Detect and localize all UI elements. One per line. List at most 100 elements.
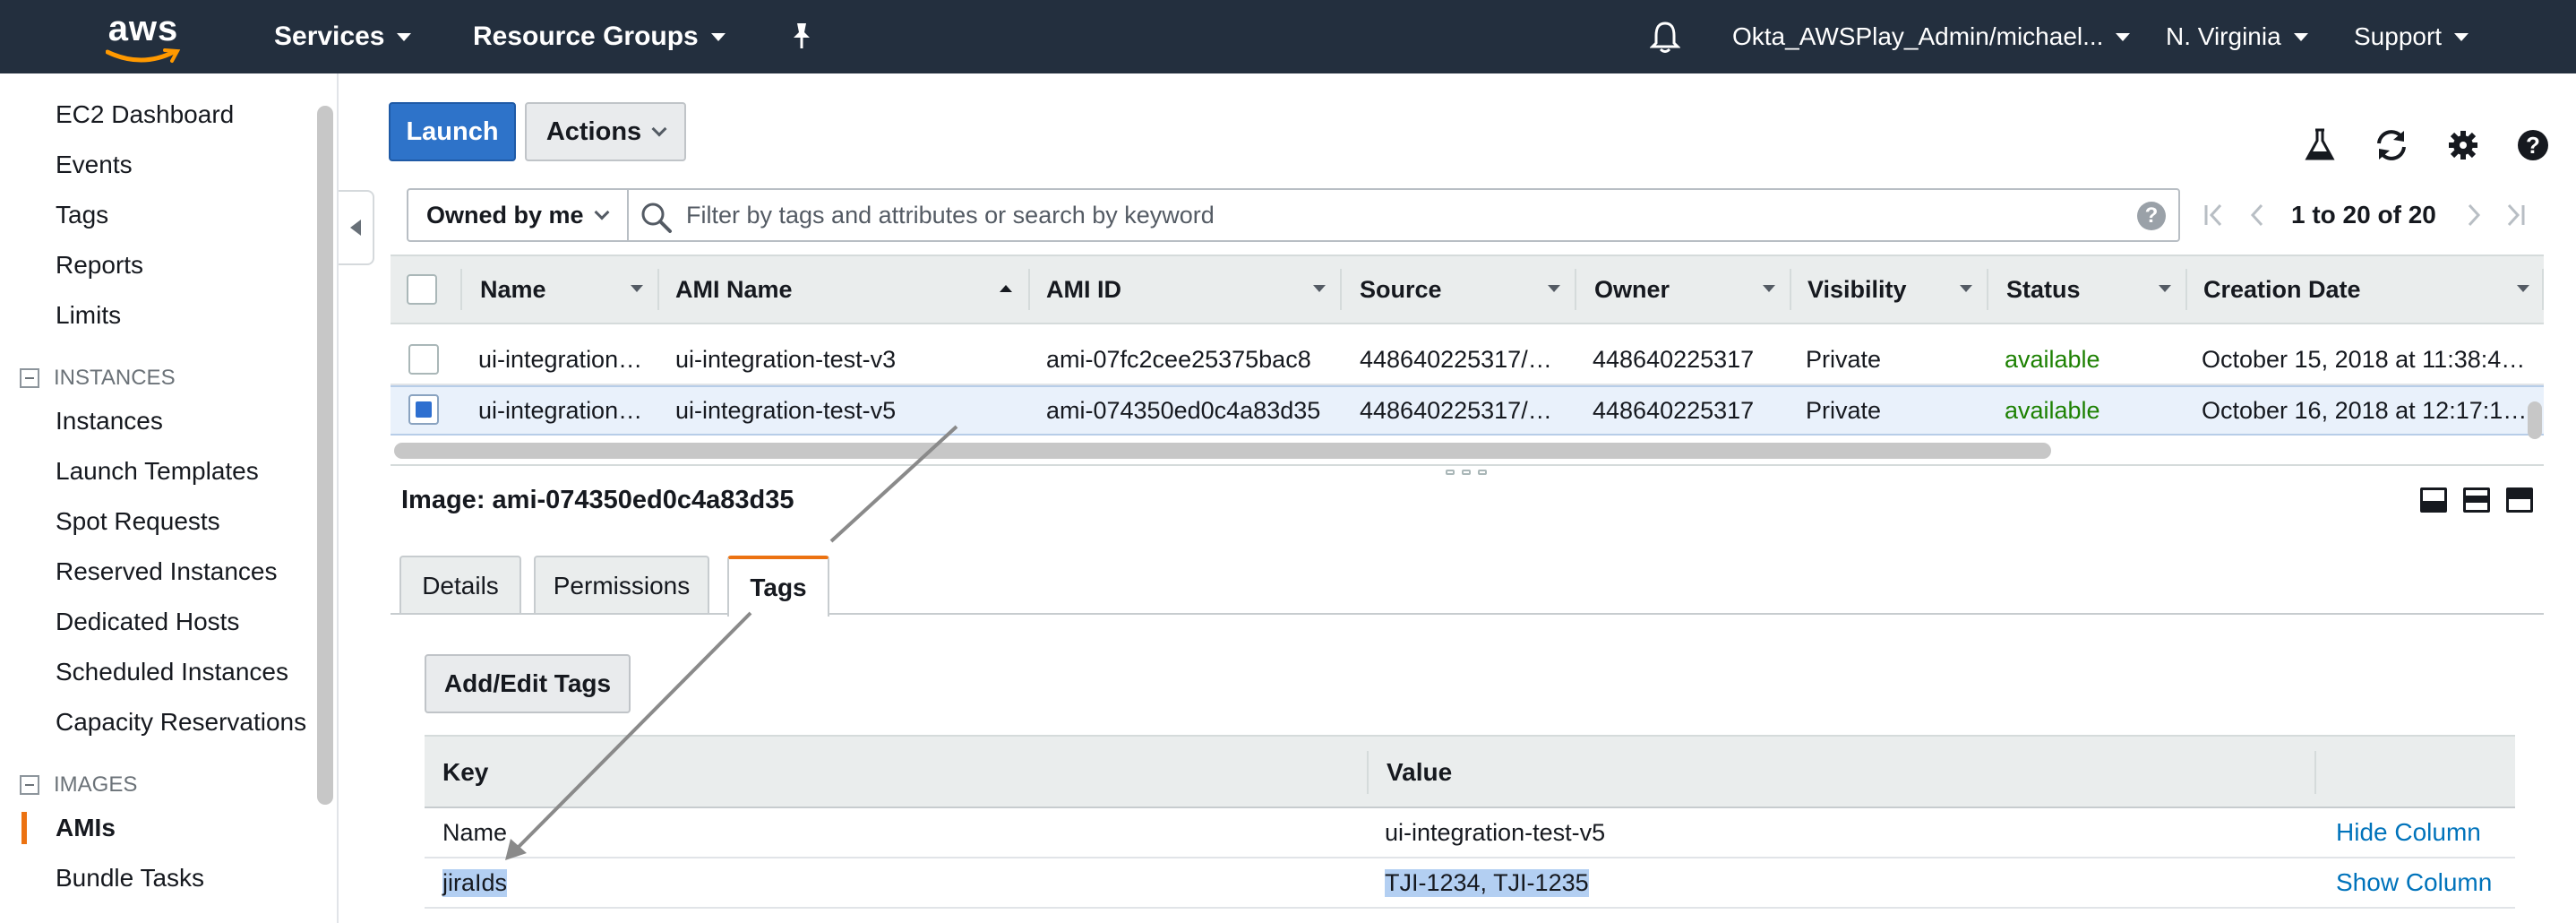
support-label: Support bbox=[2354, 22, 2443, 50]
table-vertical-scrollbar[interactable] bbox=[2528, 401, 2542, 439]
help-icon[interactable]: ? bbox=[2137, 202, 2166, 230]
services-menu[interactable]: Services bbox=[274, 0, 412, 73]
cell-status: available bbox=[2005, 396, 2100, 424]
top-navigation: aws Services Resource Groups Okta_AWSPla… bbox=[0, 0, 2576, 73]
column-header-source[interactable]: Source bbox=[1360, 256, 1442, 323]
sort-icon[interactable] bbox=[1960, 285, 1972, 292]
cell-visibility: Private bbox=[1806, 345, 1882, 373]
sort-ascending-icon[interactable] bbox=[1000, 285, 1012, 292]
sidebar-section-images[interactable]: IMAGES bbox=[20, 772, 137, 798]
active-indicator bbox=[21, 812, 27, 844]
sidebar-item-dedicated-hosts[interactable]: Dedicated Hosts bbox=[56, 608, 239, 636]
sidebar-item-spot-requests[interactable]: Spot Requests bbox=[56, 507, 220, 536]
sidebar-item-scheduled-instances[interactable]: Scheduled Instances bbox=[56, 658, 288, 686]
add-edit-tags-button[interactable]: Add/Edit Tags bbox=[425, 654, 631, 713]
column-divider bbox=[460, 269, 462, 310]
aws-logo[interactable]: aws bbox=[100, 9, 186, 63]
chevron-down-icon bbox=[594, 204, 610, 220]
column-header-creation-date[interactable]: Creation Date bbox=[2203, 256, 2361, 323]
sidebar-item-launch-templates[interactable]: Launch Templates bbox=[56, 457, 259, 486]
owned-by-dropdown[interactable]: Owned by me bbox=[408, 190, 629, 240]
column-header-name[interactable]: Name bbox=[480, 256, 546, 323]
actions-button[interactable]: Actions bbox=[525, 102, 686, 161]
launch-button[interactable]: Launch bbox=[389, 102, 516, 161]
tab-divider bbox=[391, 613, 2544, 615]
sidebar-collapse-toggle[interactable] bbox=[339, 190, 374, 265]
sidebar-item-ec2-dashboard[interactable]: EC2 Dashboard bbox=[56, 100, 234, 129]
row-checkbox[interactable] bbox=[408, 394, 439, 425]
table-horizontal-scrollbar[interactable] bbox=[394, 443, 2051, 459]
splitter-grip[interactable] bbox=[1478, 470, 1487, 475]
last-page-icon[interactable] bbox=[2499, 199, 2531, 231]
splitter-grip[interactable] bbox=[1462, 470, 1471, 475]
chevron-down-icon bbox=[710, 32, 726, 41]
pane-middle-icon[interactable] bbox=[2463, 487, 2490, 513]
sidebar-item-events[interactable]: Events bbox=[56, 151, 133, 179]
support-menu[interactable]: Support bbox=[2354, 0, 2469, 73]
column-header-visibility[interactable]: Visibility bbox=[1807, 256, 1907, 323]
region-label: N. Virginia bbox=[2166, 22, 2281, 50]
help-icon[interactable]: ? bbox=[2515, 127, 2551, 163]
hide-column-link[interactable]: Hide Column bbox=[2336, 808, 2481, 857]
sort-icon[interactable] bbox=[2159, 285, 2171, 292]
cell-owner: 448640225317 bbox=[1593, 345, 1755, 373]
sort-icon[interactable] bbox=[631, 285, 643, 292]
splitter-grip[interactable] bbox=[1446, 470, 1455, 475]
next-page-icon[interactable] bbox=[2458, 199, 2490, 231]
chevron-down-icon bbox=[2293, 32, 2308, 41]
region-menu[interactable]: N. Virginia bbox=[2166, 0, 2308, 73]
aws-logo-text: aws bbox=[107, 9, 179, 48]
sort-icon[interactable] bbox=[1548, 285, 1560, 292]
pin-icon[interactable] bbox=[788, 0, 815, 73]
sort-icon[interactable] bbox=[1763, 285, 1775, 292]
account-menu[interactable]: Okta_AWSPlay_Admin/michael... bbox=[1732, 0, 2131, 73]
sidebar-item-amis[interactable]: AMIs bbox=[56, 814, 116, 842]
column-header-status[interactable]: Status bbox=[2006, 256, 2081, 323]
refresh-icon[interactable] bbox=[2374, 127, 2409, 163]
tab-details[interactable]: Details bbox=[399, 556, 521, 615]
sidebar-item-capacity-reservations[interactable]: Capacity Reservations bbox=[56, 708, 306, 737]
flask-icon[interactable] bbox=[2302, 127, 2338, 163]
sidebar-section-instances[interactable]: INSTANCES bbox=[20, 366, 176, 391]
sidebar-item-instances[interactable]: Instances bbox=[56, 407, 163, 436]
sidebar-item-reports[interactable]: Reports bbox=[56, 251, 143, 280]
column-divider bbox=[2185, 269, 2187, 310]
sidebar: EC2 Dashboard Events Tags Reports Limits… bbox=[0, 73, 339, 923]
tag-value: TJI-1234, TJI-1235 bbox=[1385, 858, 1589, 907]
search-icon bbox=[640, 201, 674, 239]
sidebar-item-bundle-tasks[interactable]: Bundle Tasks bbox=[56, 864, 204, 893]
tag-row: Name ui-integration-test-v5 Hide Column bbox=[425, 808, 2515, 858]
table-row-selected[interactable]: ui-integration… ui-integration-test-v5 a… bbox=[391, 385, 2544, 436]
collapse-icon bbox=[20, 368, 39, 388]
row-checkbox[interactable] bbox=[408, 344, 439, 375]
sidebar-item-tags[interactable]: Tags bbox=[56, 201, 108, 229]
search-input[interactable] bbox=[686, 197, 2083, 233]
column-divider bbox=[1790, 269, 1791, 310]
pane-splitter[interactable] bbox=[391, 464, 2544, 466]
column-header-ami-id[interactable]: AMI ID bbox=[1046, 256, 1121, 323]
tab-permissions[interactable]: Permissions bbox=[534, 556, 709, 615]
sidebar-scrollbar[interactable] bbox=[317, 106, 333, 805]
gear-icon[interactable] bbox=[2445, 127, 2481, 163]
column-header-owner[interactable]: Owner bbox=[1594, 256, 1670, 323]
bell-icon[interactable] bbox=[1650, 0, 1680, 73]
pane-top-icon[interactable] bbox=[2506, 487, 2533, 513]
select-all-checkbox[interactable] bbox=[407, 274, 437, 305]
resource-groups-menu[interactable]: Resource Groups bbox=[473, 0, 726, 73]
sort-icon[interactable] bbox=[1313, 285, 1326, 292]
tag-key: jiraIds bbox=[442, 858, 508, 907]
prev-page-icon[interactable] bbox=[2241, 199, 2273, 231]
pane-bottom-icon[interactable] bbox=[2420, 487, 2447, 513]
table-row[interactable]: ui-integration… ui-integration-test-v3 a… bbox=[391, 335, 2544, 385]
column-header-ami-name[interactable]: AMI Name bbox=[675, 256, 793, 323]
chevron-down-icon bbox=[2454, 32, 2469, 41]
tab-tags[interactable]: Tags bbox=[727, 556, 829, 617]
sort-icon[interactable] bbox=[2517, 285, 2529, 292]
sidebar-item-reserved-instances[interactable]: Reserved Instances bbox=[56, 557, 277, 586]
sidebar-item-limits[interactable]: Limits bbox=[56, 301, 121, 330]
first-page-icon[interactable] bbox=[2198, 199, 2230, 231]
show-column-link[interactable]: Show Column bbox=[2336, 858, 2492, 907]
services-label: Services bbox=[274, 22, 385, 51]
image-detail-title: Image: ami-074350ed0c4a83d35 bbox=[401, 486, 794, 514]
chevron-down-icon bbox=[2116, 32, 2131, 41]
